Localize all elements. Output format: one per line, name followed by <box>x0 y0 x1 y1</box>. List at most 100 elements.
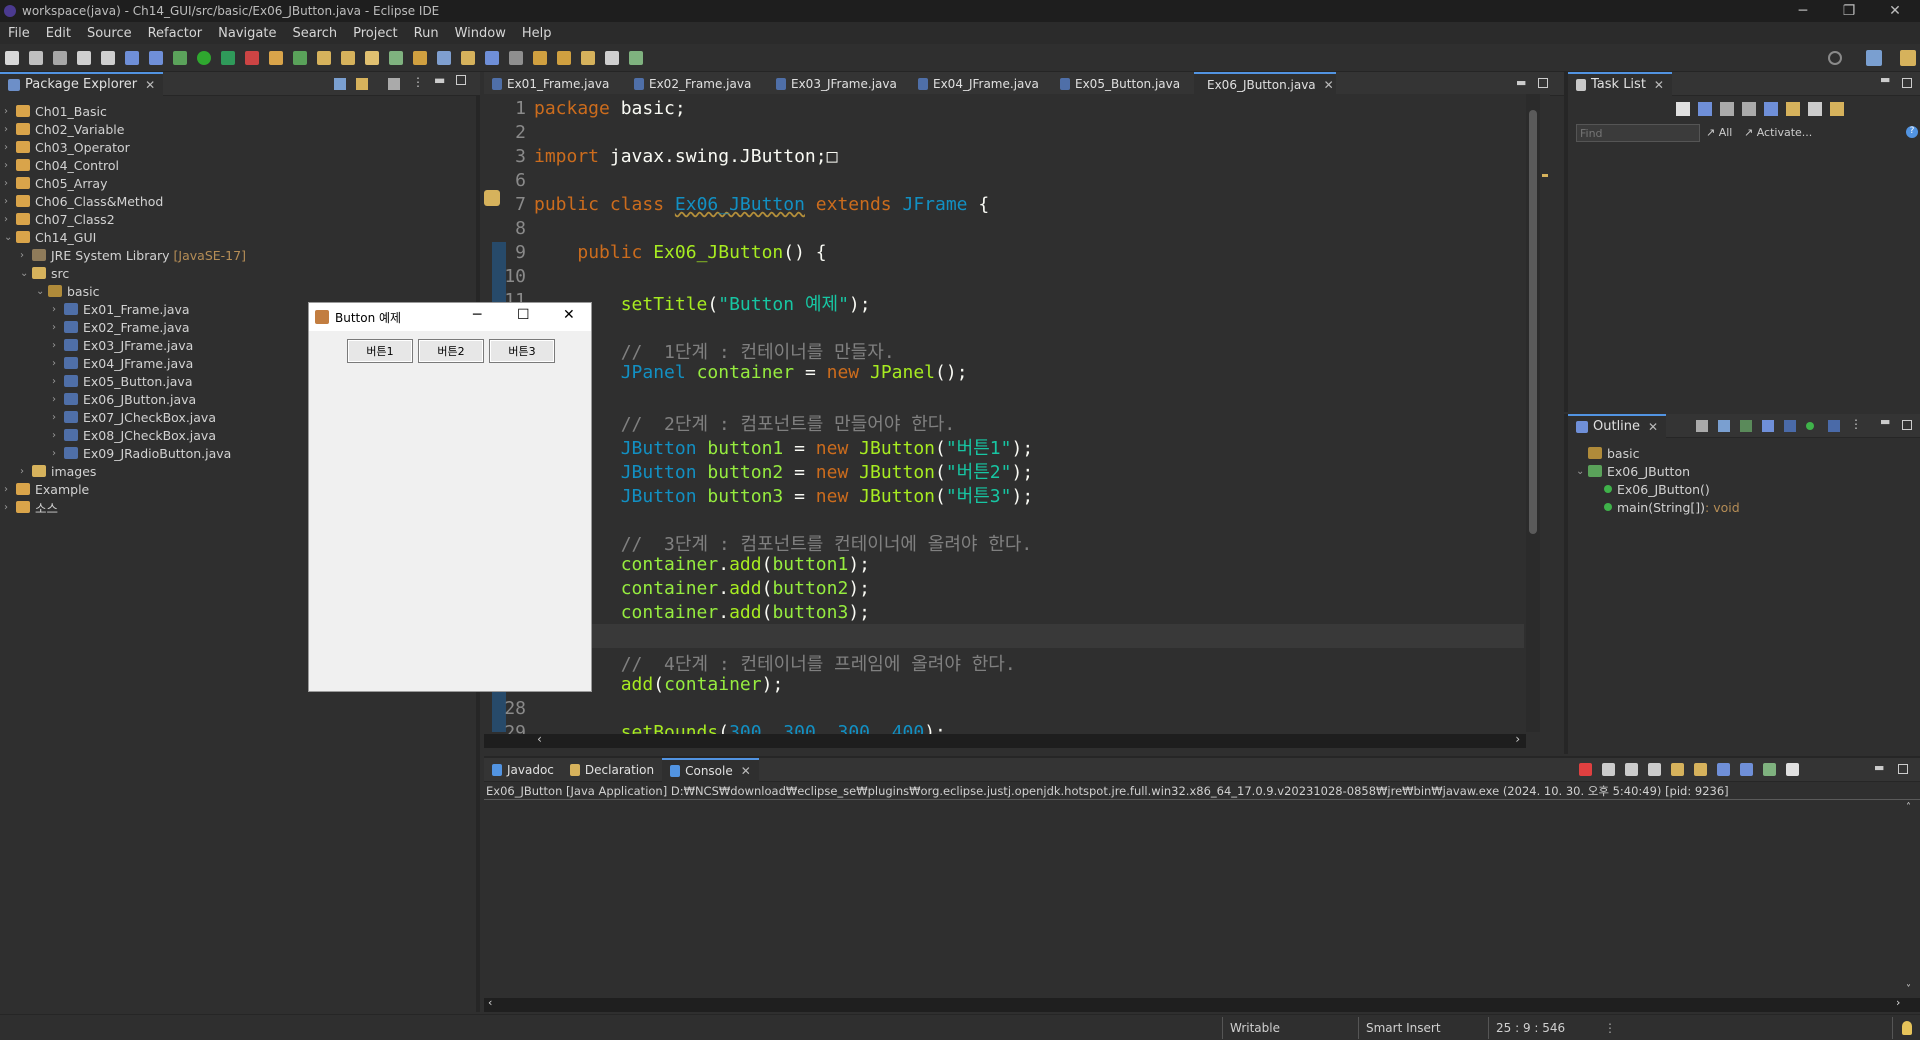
chevron-down-icon[interactable]: ⌄ <box>36 286 48 297</box>
editor-minimize-icon[interactable]: ▬ <box>1516 76 1526 89</box>
console-horizontal-scrollbar[interactable]: ‹ › <box>484 996 1920 1012</box>
collapse-icon[interactable] <box>1808 102 1822 116</box>
activate-link[interactable]: ↗ Activate... <box>1744 126 1812 139</box>
horizontal-scrollbar[interactable]: ‹ › <box>484 732 1526 748</box>
open-type-icon[interactable] <box>317 50 331 65</box>
next-annotation-icon[interactable] <box>533 50 547 65</box>
chevron-right-icon[interactable]: › <box>20 466 32 477</box>
tree-item[interactable]: › Ch01_Basic <box>4 102 107 120</box>
chevron-right-icon[interactable]: › <box>52 304 64 315</box>
tree-item[interactable]: › images <box>20 462 96 480</box>
menu-refactor[interactable]: Refactor <box>148 26 203 41</box>
outline-item[interactable]: main(String[]) : void <box>1592 498 1740 516</box>
scheduled-icon[interactable] <box>1720 102 1734 116</box>
show-stderr-icon[interactable] <box>1717 763 1730 776</box>
tree-item[interactable]: ⌄ Ch14_GUI <box>4 228 96 246</box>
filter-icon[interactable] <box>388 78 400 90</box>
outline-item[interactable]: ⌄ Ex06_JButton <box>1576 462 1690 480</box>
hide-completed-icon[interactable] <box>1764 102 1778 116</box>
editor-tab[interactable]: Ex03_JFrame.java <box>768 72 910 96</box>
console-tab[interactable]: Console ✕ <box>662 757 759 782</box>
menu-search[interactable]: Search <box>292 26 337 41</box>
tree-item[interactable]: › Ex03_JFrame.java <box>52 336 193 354</box>
minimize-view-icon[interactable]: ▬ <box>1880 415 1890 428</box>
chevron-right-icon[interactable]: › <box>4 502 16 513</box>
save-all-icon[interactable] <box>53 50 67 65</box>
help-icon[interactable]: ? <box>1906 126 1918 138</box>
code-line[interactable]: // 4단계 : 컨테이너를 프레임에 올려야 한다. <box>534 650 1016 676</box>
view-menu-icon[interactable]: ⋮ <box>1850 417 1862 431</box>
tab-task-list[interactable]: Task List ✕ <box>1568 71 1672 96</box>
link-editor-icon[interactable] <box>356 78 368 90</box>
tab-package-explorer[interactable]: Package Explorer ✕ <box>0 71 164 96</box>
editor-tab[interactable]: Ex05_Button.java <box>1052 72 1194 96</box>
code-line[interactable]: JButton button3 = new JButton("버튼3"); <box>534 482 1033 508</box>
open-console-icon[interactable] <box>1786 763 1799 776</box>
remove-all-icon[interactable] <box>1625 763 1638 776</box>
minimize-view-icon[interactable]: ▬ <box>434 73 445 87</box>
code-line[interactable]: package basic; <box>534 98 686 119</box>
tree-item[interactable]: › Ch04_Control <box>4 156 119 174</box>
menu-file[interactable]: File <box>8 26 30 41</box>
tree-item[interactable]: › Ex05_Button.java <box>52 372 193 390</box>
console-output[interactable] <box>484 802 1904 998</box>
annotation-icon[interactable] <box>389 50 403 65</box>
menu-edit[interactable]: Edit <box>46 26 71 41</box>
hide-nonpublic-icon[interactable] <box>1784 420 1796 432</box>
tree-item[interactable]: ⌄ src <box>20 264 69 282</box>
tree-item[interactable]: › Ex02_Frame.java <box>52 318 190 336</box>
scroll-right-icon[interactable]: › <box>1896 996 1900 1009</box>
toggle-block-icon[interactable] <box>437 50 451 65</box>
sync-icon[interactable] <box>1830 102 1844 116</box>
chevron-right-icon[interactable]: › <box>4 106 16 117</box>
close-icon[interactable]: ✕ <box>145 78 155 92</box>
tree-item[interactable]: › Ex06_JButton.java <box>52 390 196 408</box>
tree-item[interactable]: › Ch05_Array <box>4 174 107 192</box>
close-icon[interactable]: ✕ <box>1648 420 1658 434</box>
code-line[interactable]: public Ex06_JButton() { <box>534 242 826 263</box>
new-icon[interactable] <box>5 50 19 65</box>
chevron-right-icon[interactable]: › <box>52 340 64 351</box>
close-icon[interactable]: ✕ <box>741 764 751 778</box>
vertical-scrollbar[interactable] <box>1526 94 1540 732</box>
search-tool-icon[interactable] <box>365 50 379 65</box>
code-line[interactable]: import javax.swing.JButton;□ <box>534 146 837 167</box>
back-icon[interactable] <box>581 50 595 65</box>
maximize-view-icon[interactable] <box>1902 78 1912 88</box>
chevron-right-icon[interactable]: › <box>52 430 64 441</box>
scroll-up-icon[interactable]: ˄ <box>1906 802 1911 813</box>
console-vertical-scrollbar[interactable]: ˄ ˅ <box>1904 802 1918 998</box>
maximize-view-icon[interactable] <box>1902 420 1912 430</box>
new-task-icon[interactable] <box>1676 102 1690 116</box>
java-perspective-icon[interactable] <box>1900 50 1916 66</box>
scroll-lock-icon[interactable] <box>1648 763 1661 776</box>
word-wrap-icon[interactable] <box>1671 763 1684 776</box>
coverage-icon[interactable] <box>221 50 235 65</box>
run-icon[interactable] <box>197 50 211 65</box>
tree-item[interactable]: › Ex04_JFrame.java <box>52 354 193 372</box>
perspective-switch-icon[interactable] <box>1866 50 1882 66</box>
tree-item[interactable]: › Ex08_JCheckBox.java <box>52 426 216 444</box>
new-class-icon[interactable] <box>293 50 307 65</box>
code-line[interactable]: // 3단계 : 컴포넌트를 컨테이너에 올려야 한다. <box>534 530 1033 556</box>
chevron-right-icon[interactable]: › <box>52 394 64 405</box>
scroll-left-icon[interactable]: ‹ <box>488 996 492 1009</box>
tree-item[interactable]: › Ch07_Class2 <box>4 210 115 228</box>
open-perspective-icon[interactable] <box>629 50 643 65</box>
pin-console-icon[interactable] <box>1740 763 1753 776</box>
pin-icon[interactable] <box>509 50 523 65</box>
editor-tab[interactable]: Ex06_JButton.java ✕ <box>1194 71 1336 96</box>
chevron-right-icon[interactable]: › <box>4 196 16 207</box>
minimize-view-icon[interactable]: ▬ <box>1874 761 1884 774</box>
menu-navigate[interactable]: Navigate <box>218 26 276 41</box>
tree-item[interactable]: › Ex07_JCheckBox.java <box>52 408 216 426</box>
tree-item[interactable]: › Ch06_Class&Method <box>4 192 163 210</box>
swing-app-window[interactable]: Button 예제 ─ ☐ ✕ 버튼1 버튼2 버튼3 <box>308 302 592 692</box>
terminate-icon[interactable] <box>1579 763 1592 776</box>
new-java-project-icon[interactable] <box>269 50 283 65</box>
code-line[interactable]: JPanel container = new JPanel(); <box>534 362 968 383</box>
outline-item[interactable]: basic <box>1576 444 1639 462</box>
chevron-right-icon[interactable]: › <box>52 358 64 369</box>
menu-window[interactable]: Window <box>455 26 506 41</box>
chevron-right-icon[interactable]: › <box>4 178 16 189</box>
